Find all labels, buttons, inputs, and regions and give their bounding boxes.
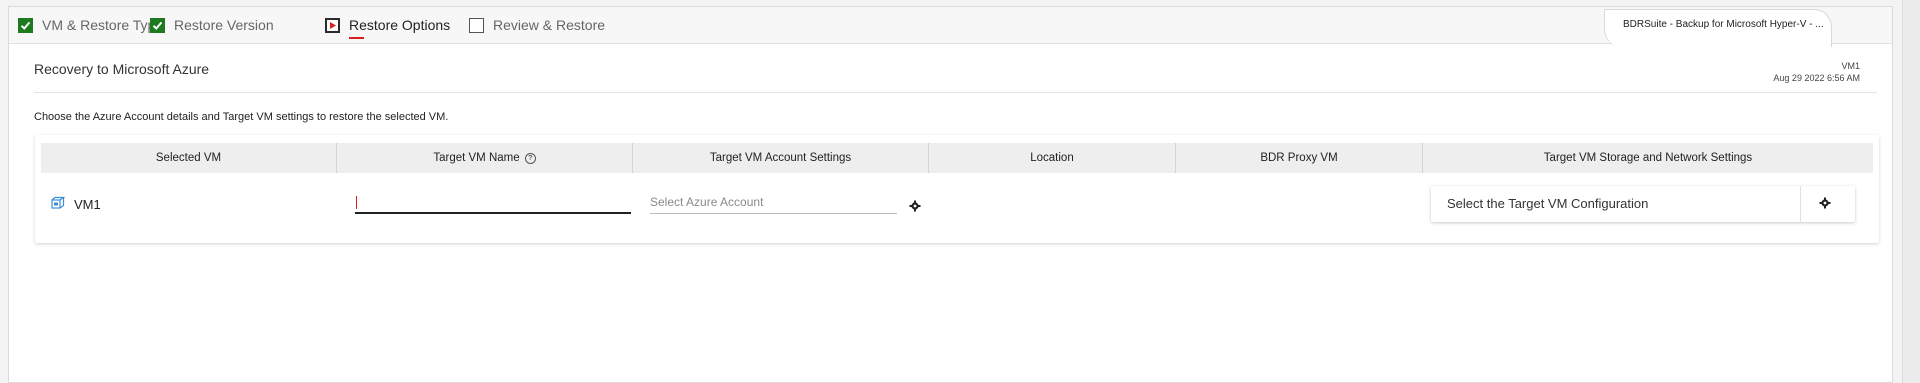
gear-icon[interactable]	[908, 199, 922, 213]
checkbox-empty-icon	[469, 17, 484, 33]
step-vm-restore-type[interactable]: VM & Restore Type	[18, 7, 163, 43]
vertical-scrollbar[interactable]	[1902, 0, 1920, 383]
play-square-icon	[325, 17, 340, 33]
column-header-selected-vm: Selected VM	[41, 143, 337, 173]
table-header: Selected VM Target VM Name ? Target VM A…	[41, 143, 1873, 173]
selected-vm-cell: VM1	[51, 196, 101, 213]
step-restore-options[interactable]: Restore Options	[325, 7, 450, 43]
text-cursor	[356, 196, 357, 209]
table-row: VM1 Select Azure Account Select the Targ…	[41, 173, 1873, 239]
divider	[34, 92, 1877, 93]
wizard-steps-bar: VM & Restore Type Restore Version Restor…	[9, 7, 1892, 47]
column-header-target-vm-name: Target VM Name ?	[337, 143, 633, 173]
checkbox-checked-icon	[150, 17, 165, 33]
vm-name-label: VM1	[1841, 61, 1860, 71]
restore-wizard-panel: VM & Restore Type Restore Version Restor…	[8, 6, 1893, 383]
step-label: VM & Restore Type	[42, 17, 164, 33]
column-header-storage-network: Target VM Storage and Network Settings	[1543, 152, 1753, 164]
step-review-restore[interactable]: Review & Restore	[469, 7, 605, 43]
column-header-account-settings: Target VM Account Settings	[633, 143, 929, 173]
step-label: Restore Options	[349, 17, 451, 33]
selected-vm-name: VM1	[74, 197, 101, 212]
help-icon[interactable]: ?	[524, 152, 536, 164]
product-tab[interactable]: BDRSuite - Backup for Microsoft Hyper-V …	[1604, 9, 1832, 47]
column-header-location: Location	[929, 143, 1176, 173]
instruction-text: Choose the Azure Account details and Tar…	[34, 111, 449, 123]
step-label: Review & Restore	[493, 17, 606, 33]
divider	[1800, 186, 1801, 222]
timestamp: Aug 29 2022 6:56 AM	[1773, 73, 1860, 83]
page-title: Recovery to Microsoft Azure	[34, 61, 210, 77]
gear-icon[interactable]	[1818, 196, 1832, 210]
step-restore-version[interactable]: Restore Version	[150, 7, 274, 43]
azure-account-select[interactable]: Select Azure Account	[650, 193, 897, 214]
restore-options-table: Selected VM Target VM Name ? Target VM A…	[35, 135, 1879, 243]
step-label: Restore Version	[174, 17, 274, 33]
column-header-proxy-vm: BDR Proxy VM	[1176, 143, 1423, 173]
vm-meta: VM1 Aug 29 2022 6:56 AM	[1773, 60, 1860, 84]
checkbox-checked-icon	[18, 17, 33, 33]
target-vm-configuration-box[interactable]: Select the Target VM Configuration	[1431, 186, 1855, 222]
vm-icon	[51, 196, 66, 213]
target-vm-name-input[interactable]	[355, 190, 631, 214]
current-step-indicator	[349, 37, 364, 39]
config-label: Select the Target VM Configuration	[1447, 196, 1649, 211]
